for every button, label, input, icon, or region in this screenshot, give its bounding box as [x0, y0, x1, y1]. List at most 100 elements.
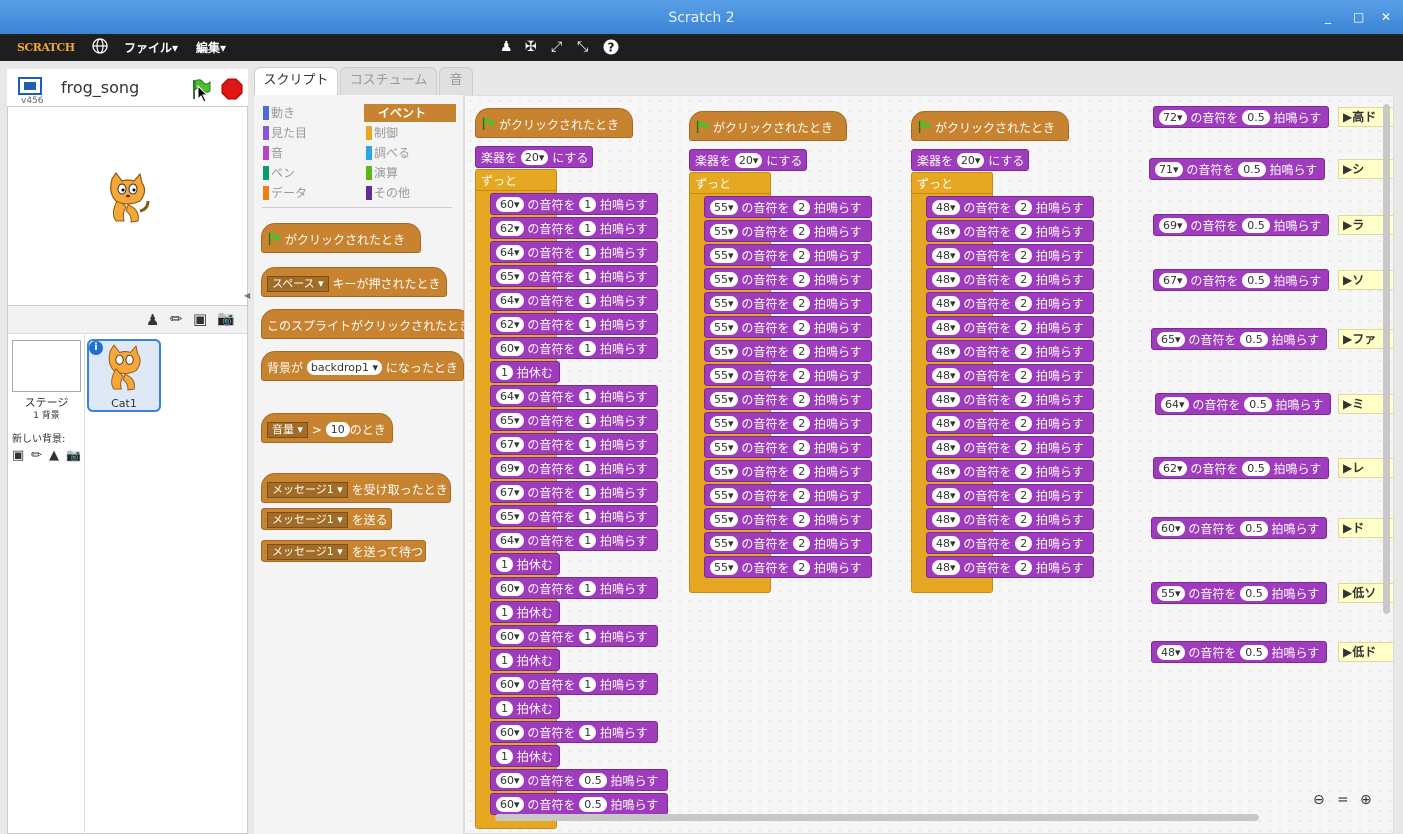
play-note-block[interactable]: 69▾ の音符を 1 拍鳴らす: [490, 457, 658, 479]
play-note-block[interactable]: 67▾ の音符を 1 拍鳴らす: [490, 433, 658, 455]
palette-when-loudness[interactable]: 音量 ▾ > 10 のとき: [261, 413, 393, 443]
play-note-block[interactable]: 60▾ の音符を 1 拍鳴らす: [490, 673, 658, 695]
play-note-block[interactable]: 64▾ の音符を 1 拍鳴らす: [490, 529, 658, 551]
beats-input[interactable]: 2: [1015, 512, 1033, 527]
note-dropdown[interactable]: 48▾: [932, 368, 960, 383]
file-menu[interactable]: ファイル▾: [124, 39, 178, 56]
rest-block[interactable]: 1 拍休む: [490, 649, 560, 671]
note-dropdown[interactable]: 48▾: [932, 536, 960, 551]
instrument-dropdown[interactable]: 20▾: [734, 153, 763, 168]
note-dropdown[interactable]: 48▾: [932, 344, 960, 359]
play-note-block[interactable]: 48▾ の音符を 2 拍鳴らす: [926, 388, 1094, 410]
beats-input[interactable]: 1: [579, 317, 597, 332]
edit-menu[interactable]: 編集▾: [196, 39, 226, 56]
rest-block[interactable]: 1 拍休む: [490, 745, 560, 767]
beats-input[interactable]: 2: [793, 368, 811, 383]
beats-input[interactable]: 0.5: [1240, 332, 1268, 347]
play-note-block[interactable]: 69▾ の音符を 0.5 拍鳴らす: [1153, 214, 1329, 236]
note-dropdown[interactable]: 48▾: [932, 440, 960, 455]
beats-input[interactable]: 2: [1015, 344, 1033, 359]
play-note-block[interactable]: 64▾ の音符を 1 拍鳴らす: [490, 289, 658, 311]
palette-broadcast-and-wait[interactable]: メッセージ1 ▾ を送って待つ: [261, 540, 426, 562]
message-dropdown[interactable]: メッセージ1 ▾: [267, 482, 348, 498]
upload-backdrop-icon[interactable]: ▲: [49, 448, 59, 463]
beats-input[interactable]: 1: [579, 245, 597, 260]
close-button[interactable]: ✕: [1381, 9, 1391, 25]
play-note-block[interactable]: 64▾ の音符を 0.5 拍鳴らす: [1155, 393, 1331, 415]
note-dropdown[interactable]: 48▾: [932, 272, 960, 287]
rest-block[interactable]: 1 拍休む: [490, 601, 560, 623]
play-note-block[interactable]: 62▾ の音符を 0.5 拍鳴らす: [1153, 457, 1329, 479]
beats-input[interactable]: 2: [1015, 200, 1033, 215]
camera-backdrop-icon[interactable]: 📷: [66, 448, 81, 462]
note-dropdown[interactable]: 67▾: [496, 485, 524, 500]
note-dropdown[interactable]: 55▾: [710, 488, 738, 503]
beats-input[interactable]: 0.5: [1240, 586, 1268, 601]
script3-hat[interactable]: がクリックされたとき: [911, 111, 1069, 141]
play-note-block[interactable]: 55▾ の音符を 2 拍鳴らす: [704, 340, 872, 362]
message-dropdown[interactable]: メッセージ1 ▾: [267, 544, 348, 560]
project-title-input[interactable]: frog_song: [61, 78, 139, 97]
tab-sounds[interactable]: 音: [439, 67, 473, 95]
play-note-block[interactable]: 48▾ の音符を 2 拍鳴らす: [926, 292, 1094, 314]
note-dropdown[interactable]: 65▾: [496, 413, 524, 428]
beats-input[interactable]: 1: [579, 341, 597, 356]
script2-forever-label[interactable]: ずっと: [689, 172, 771, 194]
rest-block[interactable]: 1 拍休む: [490, 361, 560, 383]
beats-input[interactable]: 0.5: [1242, 218, 1270, 233]
note-dropdown[interactable]: 69▾: [1159, 218, 1187, 233]
beats-input[interactable]: 1: [579, 293, 597, 308]
tab-costumes[interactable]: コスチューム: [340, 67, 437, 95]
note-dropdown[interactable]: 71▾: [1155, 162, 1183, 177]
beats-input[interactable]: 2: [793, 224, 811, 239]
beats-input[interactable]: 2: [1015, 296, 1033, 311]
beats-input[interactable]: 0.5: [1238, 162, 1266, 177]
beats-input[interactable]: 2: [793, 248, 811, 263]
play-note-block[interactable]: 55▾ の音符を 2 拍鳴らす: [704, 268, 872, 290]
stage-pane-collapse[interactable]: ◀: [244, 291, 252, 301]
play-note-block[interactable]: 55▾ の音符を 2 拍鳴らす: [704, 484, 872, 506]
beats-input[interactable]: 2: [1015, 320, 1033, 335]
shrink-icon[interactable]: ⤡: [577, 39, 588, 55]
beats-input[interactable]: 1: [579, 437, 597, 452]
info-icon[interactable]: i: [89, 341, 103, 355]
play-note-block[interactable]: 55▾ の音符を 2 拍鳴らす: [704, 388, 872, 410]
sprite-tile-cat1[interactable]: i Cat1: [87, 339, 161, 412]
note-dropdown[interactable]: 55▾: [710, 200, 738, 215]
beats-input[interactable]: 0.5: [1242, 461, 1270, 476]
beats-input[interactable]: 2: [1015, 560, 1033, 575]
note-dropdown[interactable]: 55▾: [710, 296, 738, 311]
play-note-block[interactable]: 48▾ の音符を 2 拍鳴らす: [926, 364, 1094, 386]
beats-input[interactable]: 2: [1015, 416, 1033, 431]
play-note-block[interactable]: 60▾ の音符を 0.5 拍鳴らす: [490, 793, 668, 815]
note-dropdown[interactable]: 60▾: [496, 341, 524, 356]
beats-input[interactable]: 0.5: [579, 797, 607, 812]
stop-button[interactable]: [221, 78, 243, 103]
category-4[interactable]: 音: [261, 144, 353, 162]
beats-input[interactable]: 2: [793, 512, 811, 527]
play-note-block[interactable]: 60▾ の音符を 1 拍鳴らす: [490, 193, 658, 215]
script2-hat[interactable]: がクリックされたとき: [689, 111, 847, 141]
play-note-block[interactable]: 55▾ の音符を 2 拍鳴らす: [704, 196, 872, 218]
beats-input[interactable]: 1: [579, 509, 597, 524]
play-note-block[interactable]: 55▾ の音符を 2 拍鳴らす: [704, 412, 872, 434]
play-note-block[interactable]: 60▾ の音符を 1 拍鳴らす: [490, 625, 658, 647]
beats-input[interactable]: 1: [579, 581, 597, 596]
note-dropdown[interactable]: 48▾: [932, 464, 960, 479]
play-note-block[interactable]: 48▾ の音符を 2 拍鳴らす: [926, 460, 1094, 482]
play-note-block[interactable]: 48▾ の音符を 2 拍鳴らす: [926, 556, 1094, 578]
note-dropdown[interactable]: 67▾: [496, 437, 524, 452]
script1-forever-label[interactable]: ずっと: [475, 169, 557, 191]
play-note-block[interactable]: 67▾ の音符を 1 拍鳴らす: [490, 481, 658, 503]
note-dropdown[interactable]: 60▾: [496, 797, 524, 812]
zoom-reset-icon[interactable]: =: [1337, 792, 1349, 808]
beats-input[interactable]: 0.5: [1240, 645, 1268, 660]
play-note-block[interactable]: 64▾ の音符を 1 拍鳴らす: [490, 385, 658, 407]
note-dropdown[interactable]: 60▾: [496, 725, 524, 740]
note-dropdown[interactable]: 69▾: [496, 461, 524, 476]
grow-icon[interactable]: ⤢: [551, 39, 562, 55]
note-dropdown[interactable]: 55▾: [710, 248, 738, 263]
beats-input[interactable]: 1: [579, 533, 597, 548]
play-note-block[interactable]: 55▾ の音符を 2 拍鳴らす: [704, 364, 872, 386]
script3-set-instrument[interactable]: 楽器を 20▾ にする: [911, 149, 1029, 171]
